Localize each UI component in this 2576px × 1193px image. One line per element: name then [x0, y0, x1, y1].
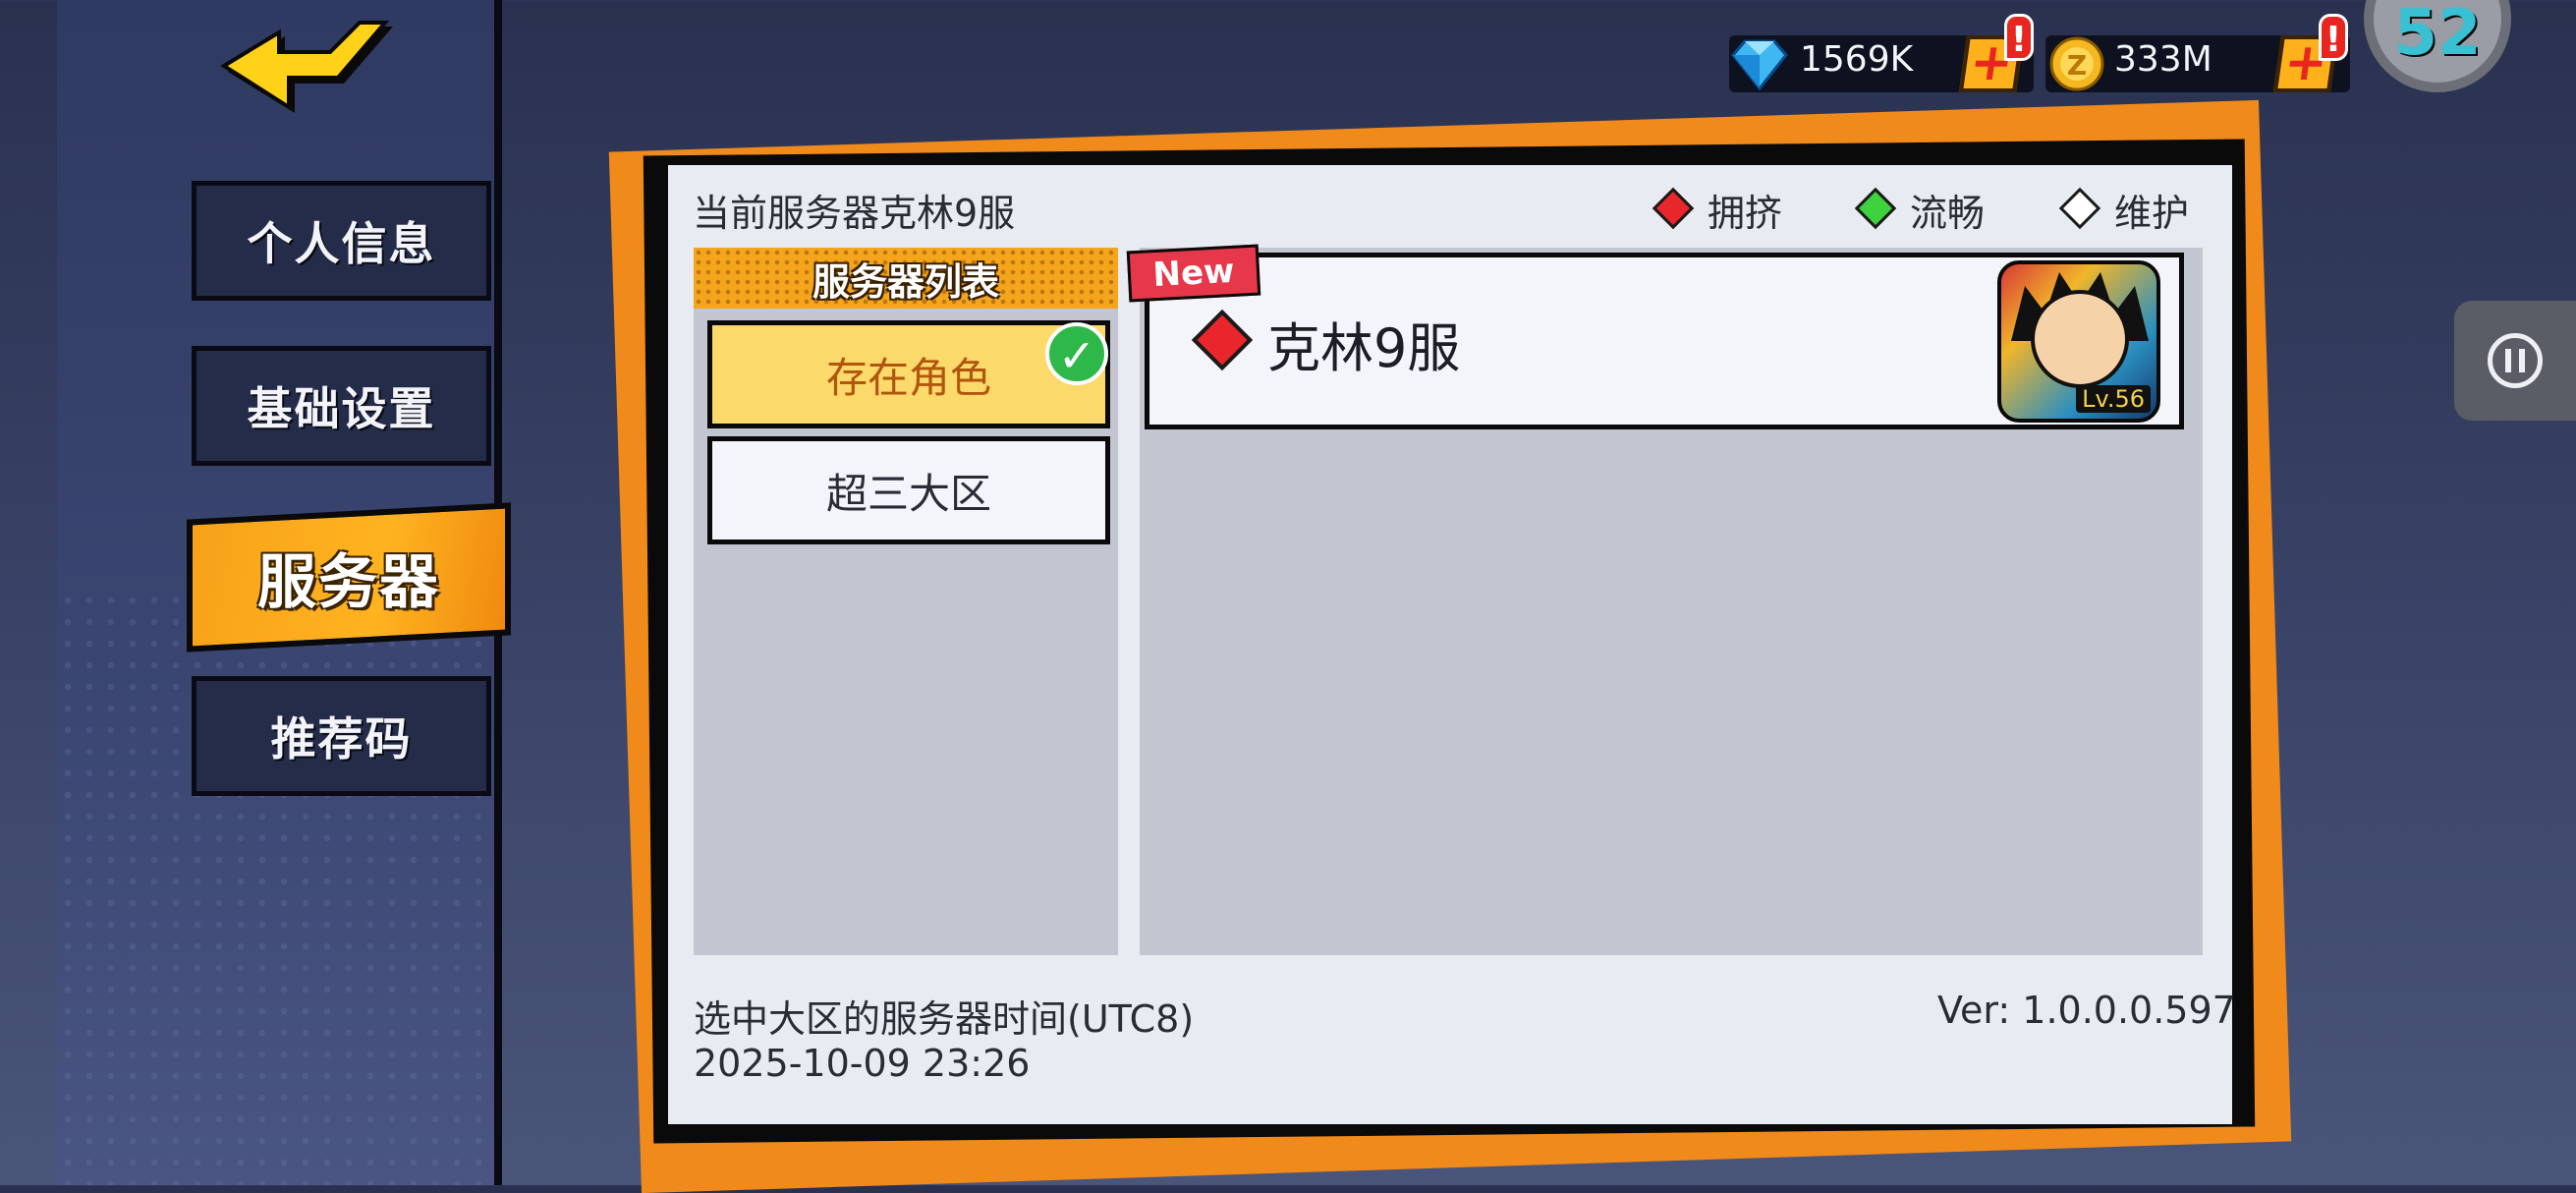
legend-smooth-label: 流畅 — [1910, 192, 1986, 235]
coin-alert-badge: ! — [2319, 14, 2348, 61]
sidebar-item-basic-settings[interactable]: 基础设置 — [192, 346, 491, 466]
corner-badge-value: 52 — [2393, 0, 2482, 70]
coin-count: 333M — [2114, 39, 2212, 80]
new-badge: New — [1126, 244, 1261, 303]
sidebar-item-label: 推荐码 — [270, 712, 413, 766]
character-avatar: Lv.56 — [1997, 260, 2160, 423]
sidebar-item-server[interactable]: 服务器 — [187, 502, 511, 653]
sidebar-item-referral-code[interactable]: 推荐码 — [192, 676, 491, 796]
sidebar-item-label: 个人信息 — [247, 217, 436, 270]
pause-button[interactable] — [2454, 301, 2576, 421]
list-item-label: 超三大区 — [825, 469, 991, 518]
diamond-alert-badge: ! — [2004, 14, 2034, 61]
svg-text:Z: Z — [2067, 49, 2087, 82]
diamond-count: 1569K — [1800, 39, 1914, 80]
legend-maintenance-label: 维护 — [2114, 192, 2190, 235]
corner-level-badge[interactable]: 52 — [2364, 0, 2511, 92]
coin-icon: Z — [2049, 36, 2104, 91]
legend-crowded-label: 拥挤 — [1708, 192, 1783, 235]
sidebar-item-profile[interactable]: 个人信息 — [192, 181, 491, 301]
list-item-label: 存在角色 — [825, 353, 991, 402]
diamond-icon — [1731, 39, 1788, 91]
sidebar-item-label: 服务器 — [257, 548, 440, 617]
version-label: Ver: 1.0.0.0.597 — [1937, 989, 2236, 1032]
server-list-header: 服务器列表 — [694, 248, 1118, 309]
sidebar-item-label: 基础设置 — [247, 382, 436, 435]
pause-icon — [2488, 333, 2543, 388]
current-server-label: 当前服务器克林9服 — [693, 192, 1016, 235]
server-list-title: 服务器列表 — [812, 259, 999, 304]
avatar-face — [2031, 290, 2129, 388]
checkmark-icon: ✓ — [1045, 322, 1108, 385]
server-time-label: 选中大区的服务器时间(UTC8) — [694, 997, 1195, 1041]
list-item-super-three-region[interactable]: 超三大区 — [707, 436, 1110, 544]
server-name: 克林9服 — [1267, 317, 1461, 379]
back-arrow-icon[interactable] — [216, 15, 393, 123]
avatar-level: Lv.56 — [2076, 385, 2151, 413]
server-time-value: 2025-10-09 23:26 — [694, 1042, 1031, 1085]
